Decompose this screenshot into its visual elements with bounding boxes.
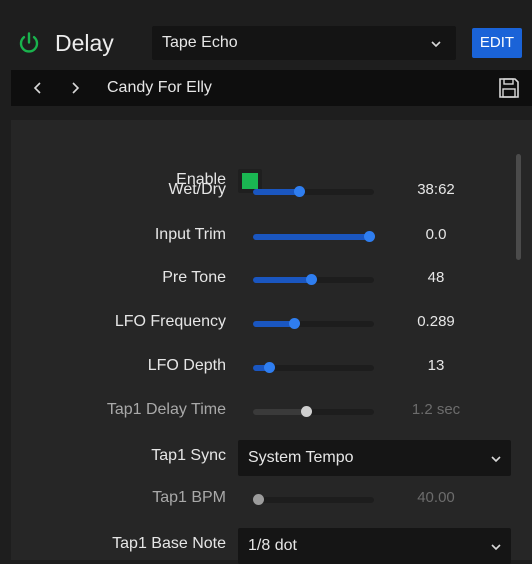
tap1-sync-dropdown[interactable]: System Tempo xyxy=(238,440,511,476)
chevron-right-icon[interactable] xyxy=(68,80,82,96)
pre-tone-slider[interactable] xyxy=(253,274,374,285)
slider-knob[interactable] xyxy=(306,274,317,285)
param-value: 1.2 sec xyxy=(411,401,461,418)
param-value: 0.289 xyxy=(417,313,455,330)
lfo-depth-slider[interactable] xyxy=(253,362,374,373)
preset-nav-bar: Candy For Elly xyxy=(11,70,532,106)
slider-knob[interactable] xyxy=(289,318,300,329)
tap1-bpm-slider xyxy=(253,494,374,505)
param-value: 38:62 xyxy=(417,181,455,198)
plugin-header: Delay Tape Echo EDIT xyxy=(0,0,532,72)
param-label: Tap1 Delay Time xyxy=(106,401,226,418)
param-row-lfo-depth: LFO Depth 13 xyxy=(11,350,516,384)
lfo-frequency-slider[interactable] xyxy=(253,318,374,329)
param-label: Wet/Dry xyxy=(168,181,226,198)
param-label: Tap1 Base Note xyxy=(112,535,226,552)
chevron-down-icon xyxy=(491,456,501,463)
slider-fill xyxy=(253,409,306,415)
param-row-input-trim: Input Trim 0.0 xyxy=(11,219,516,253)
slider-knob[interactable] xyxy=(294,186,305,197)
param-row-tap1-sync: Tap1 Sync System Tempo xyxy=(11,440,516,476)
slider-knob[interactable] xyxy=(264,362,275,373)
param-value: 48 xyxy=(427,269,445,286)
param-label: LFO Depth xyxy=(147,357,226,374)
param-row-tap1-bpm: Tap1 BPM 40.00 xyxy=(11,482,516,516)
chevron-down-icon xyxy=(491,544,501,551)
param-row-wet-dry: Wet/Dry 38:62 xyxy=(11,174,516,208)
slider-track xyxy=(253,497,374,503)
param-label: Tap1 Sync xyxy=(151,447,226,464)
preset-name: Candy For Elly xyxy=(107,79,212,96)
param-value: 0.0 xyxy=(425,226,447,243)
param-row-tap1-delay-time: Tap1 Delay Time 1.2 sec xyxy=(11,394,516,428)
scrollbar-thumb[interactable] xyxy=(516,154,521,260)
param-label: Input Trim xyxy=(154,226,226,243)
chevron-down-icon xyxy=(431,41,441,48)
param-label: Pre Tone xyxy=(162,269,226,286)
param-label: Tap1 BPM xyxy=(152,489,226,506)
select-value: System Tempo xyxy=(248,449,354,466)
slider-knob xyxy=(301,406,312,417)
delay-type-value: Tape Echo xyxy=(162,34,238,51)
slider-fill xyxy=(253,277,311,283)
param-value: 40.00 xyxy=(417,489,455,506)
slider-fill xyxy=(253,189,299,195)
edit-button[interactable]: EDIT xyxy=(472,28,522,58)
slider-knob xyxy=(253,494,264,505)
plugin-title: Delay xyxy=(55,30,114,56)
chevron-left-icon[interactable] xyxy=(31,80,45,96)
slider-knob[interactable] xyxy=(364,231,375,242)
slider-fill xyxy=(253,234,374,240)
delay-type-dropdown[interactable]: Tape Echo xyxy=(152,26,456,60)
param-row-pre-tone: Pre Tone 48 xyxy=(11,262,516,296)
save-icon[interactable] xyxy=(497,76,521,100)
param-value: 13 xyxy=(427,357,445,374)
tap1-base-note-dropdown[interactable]: 1/8 dot xyxy=(238,528,511,564)
param-row-lfo-frequency: LFO Frequency 0.289 xyxy=(11,306,516,340)
select-value: 1/8 dot xyxy=(248,537,297,554)
tap1-delay-time-slider xyxy=(253,406,374,417)
param-label: LFO Frequency xyxy=(114,313,226,330)
param-row-tap1-base-note: Tap1 Base Note 1/8 dot xyxy=(11,528,516,564)
wet-dry-slider[interactable] xyxy=(253,186,374,197)
slider-fill xyxy=(253,321,294,327)
power-icon[interactable] xyxy=(17,31,41,55)
input-trim-slider[interactable] xyxy=(253,231,375,242)
